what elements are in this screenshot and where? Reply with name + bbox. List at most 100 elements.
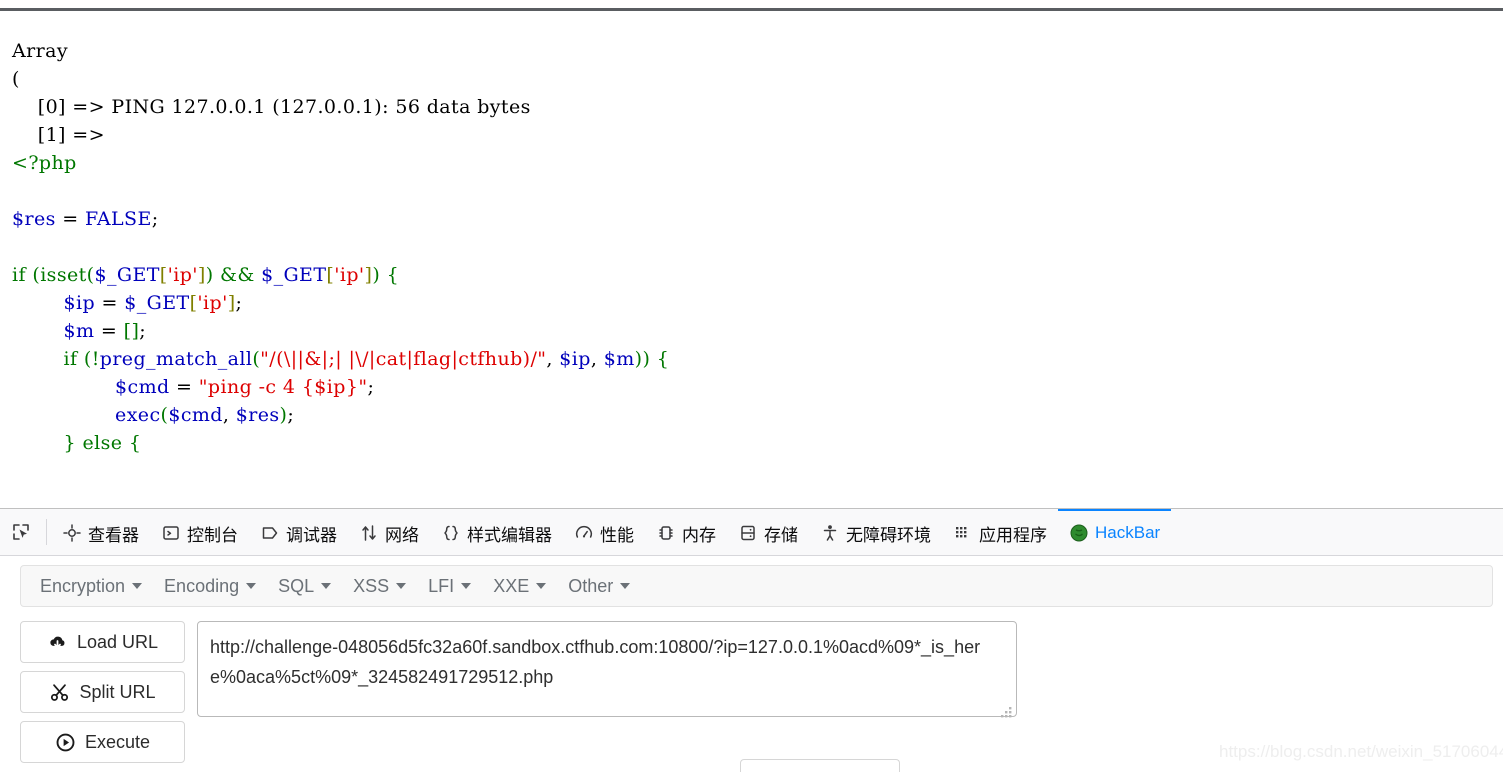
code-token: {$ip}: [301, 376, 359, 398]
inspector-icon: [62, 523, 82, 543]
network-icon: [359, 523, 379, 543]
code-token: (!: [83, 348, 100, 370]
code-token: if: [12, 264, 33, 286]
code-token: ,: [590, 348, 604, 370]
hackbar-menu-label: Other: [568, 575, 614, 596]
ping-output-dump: Array ( [0] => PING 127.0.0.1 (127.0.0.1…: [12, 40, 531, 146]
console-icon: [161, 523, 181, 543]
play-icon: [55, 732, 76, 753]
code-token: ) {: [372, 264, 400, 286]
code-token: "/(\||&|;| |\/|cat|flag|ctfhub)/": [260, 348, 547, 370]
split-url-button[interactable]: Split URL: [20, 671, 185, 713]
load-url-button[interactable]: Load URL: [20, 621, 185, 663]
debugger-icon: [260, 523, 280, 543]
devtools-tab-hackbar[interactable]: HackBar: [1058, 509, 1172, 555]
code-token: FALSE: [84, 208, 152, 230]
browser-viewport: Array ( [0] => PING 127.0.0.1 (127.0.0.1…: [0, 11, 1503, 508]
devtools-tab-2[interactable]: 调试器: [249, 509, 348, 555]
code-token: [: [159, 264, 168, 286]
url-input[interactable]: [197, 621, 1017, 717]
code-token: $cmd: [115, 376, 170, 398]
code-token: } else {: [63, 432, 142, 454]
chevron-down-icon: [321, 583, 332, 589]
devtools-tab-3[interactable]: 网络: [348, 509, 430, 555]
hackbar-menu-xxe[interactable]: XXE: [482, 571, 557, 602]
code-token: $_GET: [261, 264, 327, 286]
code-token: =: [94, 320, 124, 342]
devtools-tab-7[interactable]: 存储: [727, 509, 809, 555]
code-token: )) {: [634, 348, 670, 370]
hackbar-menu-xss[interactable]: XSS: [342, 571, 417, 602]
code-token: if: [63, 348, 84, 370]
hackbar-menu-label: Encryption: [40, 575, 126, 596]
hackbar-menu-encoding[interactable]: Encoding: [153, 571, 267, 602]
accessibility-icon: [820, 523, 840, 543]
code-token: $m: [63, 320, 95, 342]
code-token: ): [205, 264, 214, 286]
hackbar-icon: [1069, 523, 1089, 543]
performance-icon: [574, 523, 594, 543]
devtools-tab-label: 样式编辑器: [467, 525, 552, 545]
code-token: "ping -c 4: [198, 376, 302, 398]
code-token: []: [123, 320, 140, 342]
devtools-tab-4[interactable]: 样式编辑器: [430, 509, 563, 555]
storage-icon: [738, 523, 758, 543]
devtools-tab-8[interactable]: 无障碍环境: [809, 509, 942, 555]
devtools-tab-label: 查看器: [88, 525, 139, 545]
memory-icon: [656, 523, 676, 543]
hackbar-panel: Encryption Encoding SQL XSS LFI XXE Other Load…: [0, 557, 1503, 772]
code-token: 'ip': [167, 264, 198, 286]
hackbar-post-data-field[interactable]: [740, 759, 900, 772]
csdn-watermark: https://blog.csdn.net/weixin_51706044: [1219, 742, 1503, 761]
devtools-tab-label: 应用程序: [979, 525, 1047, 545]
code-token: ,: [546, 348, 560, 370]
code-token: $_GET: [124, 292, 190, 314]
code-token: ]: [197, 264, 206, 286]
code-token: ;: [151, 208, 159, 230]
code-token: exec: [115, 404, 161, 426]
execute-button[interactable]: Execute: [20, 721, 185, 763]
cloud-download-icon: [47, 632, 68, 653]
code-token: <?php: [12, 152, 77, 174]
devtools-tab-list: 查看器 控制台 调试器 网络 样式编辑器 性能 内存 存储 无障碍环境 应用程序 HackBar: [51, 509, 1503, 555]
devtools-tab-label: 内存: [682, 525, 716, 545]
code-token: ;: [367, 376, 375, 398]
element-picker-icon[interactable]: [0, 509, 42, 555]
code-token: $_GET: [94, 264, 160, 286]
hackbar-menu-label: SQL: [278, 575, 315, 596]
application-icon: [953, 523, 973, 543]
code-token: $ip: [559, 348, 591, 370]
hackbar-menu-lfi[interactable]: LFI: [417, 571, 482, 602]
devtools-tab-9[interactable]: 应用程序: [942, 509, 1058, 555]
hackbar-url-container: [197, 621, 1017, 722]
chevron-down-icon: [132, 583, 143, 589]
code-token: isset: [40, 264, 87, 286]
code-token: =: [55, 208, 85, 230]
code-token: preg_match_all: [99, 348, 253, 370]
hackbar-menu-label: Encoding: [164, 575, 240, 596]
devtools-tab-1[interactable]: 控制台: [150, 509, 249, 555]
devtools-tab-0[interactable]: 查看器: [51, 509, 150, 555]
chevron-down-icon: [536, 583, 547, 589]
scissors-icon: [49, 682, 70, 703]
devtools-tab-label: HackBar: [1095, 523, 1161, 542]
code-token: (: [252, 348, 261, 370]
code-token: =: [169, 376, 199, 398]
devtools-tab-label: 调试器: [286, 525, 337, 545]
devtools-tab-label: 网络: [385, 525, 419, 545]
hackbar-menu-sql[interactable]: SQL: [267, 571, 342, 602]
hackbar-button-label: Split URL: [79, 681, 156, 702]
devtools-tab-5[interactable]: 性能: [563, 509, 645, 555]
hackbar-button-label: Execute: [84, 731, 151, 752]
devtools-tab-6[interactable]: 内存: [645, 509, 727, 555]
hackbar-menu-other[interactable]: Other: [557, 571, 641, 602]
code-token: $m: [603, 348, 635, 370]
hackbar-menubar: Encryption Encoding SQL XSS LFI XXE Other: [20, 565, 1493, 607]
hackbar-menu-encryption[interactable]: Encryption: [29, 571, 153, 602]
